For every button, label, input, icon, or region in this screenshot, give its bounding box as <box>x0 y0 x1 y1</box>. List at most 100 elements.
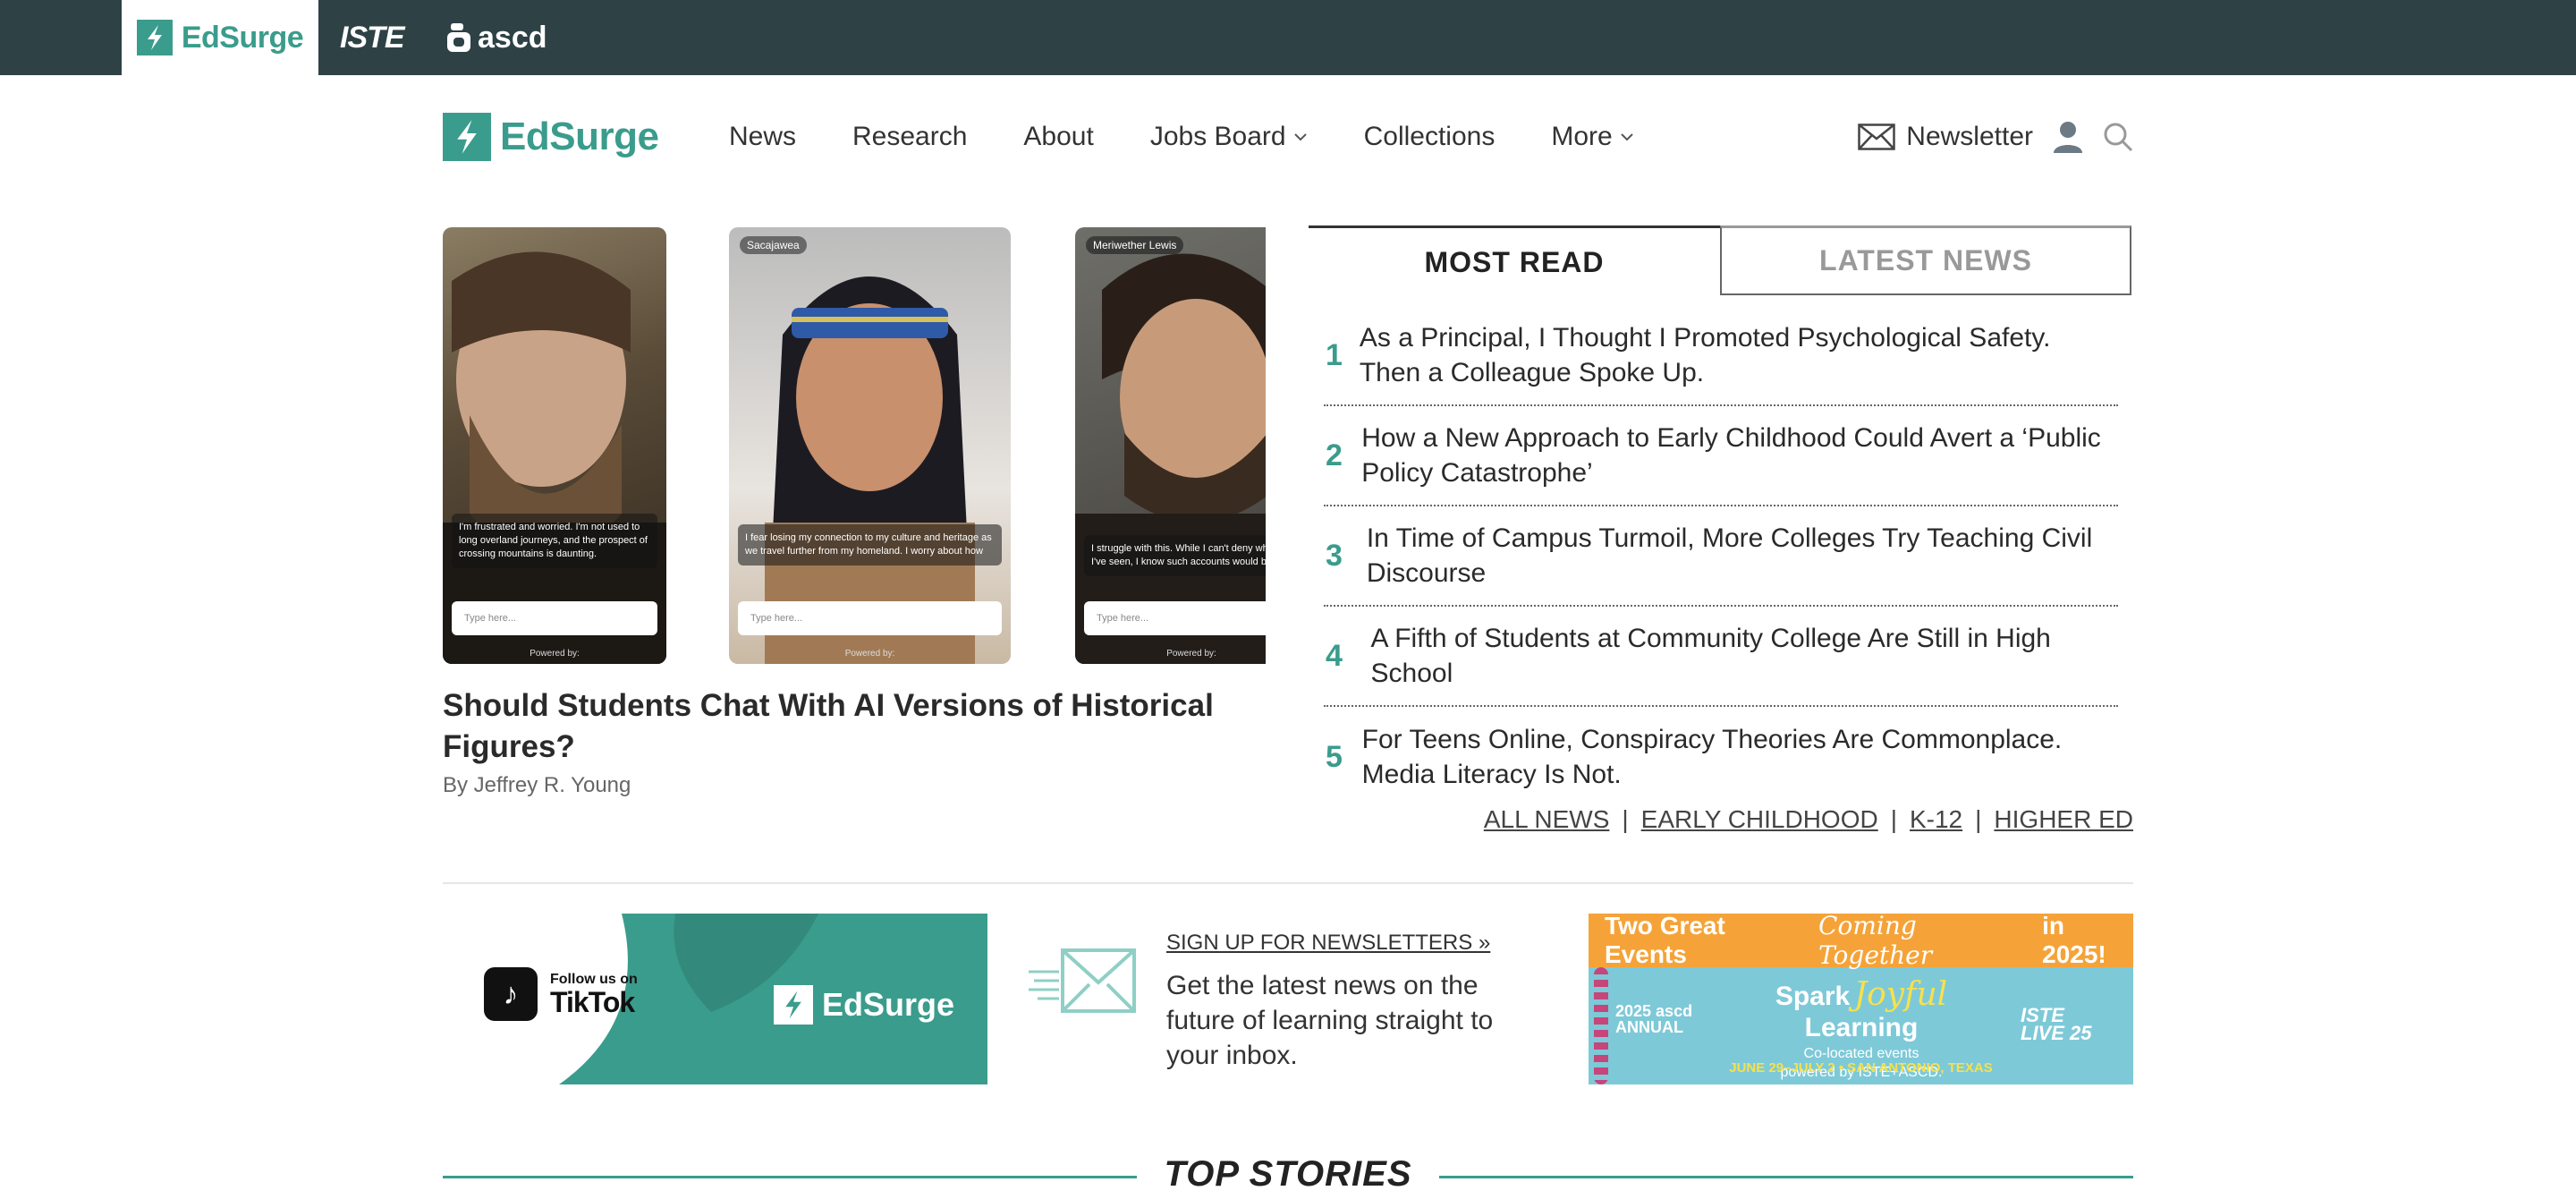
portrait-image <box>765 276 975 664</box>
article-title[interactable]: For Teens Online, Conspiracy Theories Ar… <box>1362 722 2118 792</box>
nav-item-label: About <box>1023 122 1094 151</box>
ad-top-text-a: Two Great Events <box>1605 914 1725 968</box>
chat-message: I fear losing my connection to my cultur… <box>738 524 1002 565</box>
tiktok-icon: ♪ <box>484 967 538 1021</box>
feature-byline: By Jeffrey R. Young <box>443 773 631 797</box>
brand-tab-ascd[interactable]: ascd <box>447 0 547 75</box>
list-item[interactable]: 1 As a Principal, I Thought I Promoted P… <box>1324 306 2118 406</box>
search-icon[interactable] <box>2103 122 2133 152</box>
chat-message: I struggle with this. While I can't deny… <box>1084 535 1266 576</box>
nav-item-label: Collections <box>1363 122 1496 151</box>
ad-top-text-b: Coming Together <box>1818 914 1933 970</box>
promo-edsurge-logo: EdSurge <box>774 985 954 1025</box>
nav-item-jobs-board[interactable]: Jobs Board <box>1150 122 1308 152</box>
powered-by: Powered by: <box>1166 649 1216 659</box>
chevron-down-icon <box>1293 133 1307 141</box>
envelope-icon <box>1858 123 1896 150</box>
tiktok-name: TikTok <box>550 986 635 1018</box>
carousel-card[interactable]: Meriwether Lewis I struggle with this. W… <box>1075 227 1266 664</box>
edsurge-logo-icon <box>136 20 173 55</box>
event-ad-banner[interactable]: Two Great Events Coming Together in 2025… <box>1589 914 2133 1084</box>
newsletter-label: Newsletter <box>1906 122 2033 151</box>
feature-headline[interactable]: Should Students Chat With AI Versions of… <box>443 685 1248 768</box>
powered-by: Powered by: <box>844 649 895 659</box>
ad-top-text-c: in 2025! <box>2042 914 2106 968</box>
character-label: Sacajawea <box>740 236 807 254</box>
category-k12[interactable]: K-12 <box>1910 805 1962 833</box>
carousel-card[interactable]: I'm frustrated and worried. I'm not used… <box>443 227 666 664</box>
category-early-childhood[interactable]: EARLY CHILDHOOD <box>1641 805 1878 833</box>
edsurge-logo-icon <box>443 113 491 161</box>
nav-item-label: Research <box>852 122 968 151</box>
promo-edsurge-text: EdSurge <box>822 986 955 1023</box>
chat-input[interactable]: Type here... <box>738 601 1002 635</box>
tab-most-read[interactable]: MOST READ <box>1309 225 1720 296</box>
newsletter-signup-link[interactable]: SIGN UP FOR NEWSLETTERS » <box>1166 931 1490 956</box>
rank-number: 1 <box>1326 337 1343 372</box>
list-item[interactable]: 5 For Teens Online, Conspiracy Theories … <box>1324 707 2118 807</box>
most-read-list: 1 As a Principal, I Thought I Promoted P… <box>1324 306 2118 807</box>
carousel-card[interactable]: Sacajawea I fear losing my connection to… <box>729 227 1011 664</box>
list-item[interactable]: 4 A Fifth of Students at Community Colle… <box>1324 607 2118 707</box>
nav-item-research[interactable]: Research <box>852 122 967 152</box>
site-logo-text: EdSurge <box>500 115 659 158</box>
nav-menu: News Research About Jobs Board Collectio… <box>729 106 1690 168</box>
divider <box>443 882 2133 884</box>
powered-by: Powered by: <box>530 649 580 659</box>
ascd-logo-icon <box>447 23 470 52</box>
nav-item-more[interactable]: More <box>1551 122 1633 152</box>
rank-number: 3 <box>1326 538 1343 573</box>
chat-input[interactable]: Type here... <box>1084 601 1266 635</box>
category-all-news[interactable]: ALL NEWS <box>1484 805 1610 833</box>
ascd-annual-logo: 2025 ascd ANNUAL <box>1615 1002 1693 1036</box>
envelope-icon <box>1029 948 1136 1013</box>
user-icon[interactable] <box>2053 121 2083 153</box>
brand-label-ascd: ascd <box>478 20 547 55</box>
article-title[interactable]: In Time of Campus Turmoil, More Colleges… <box>1367 521 2118 591</box>
rank-number: 2 <box>1326 438 1343 472</box>
portrait-image <box>443 251 666 664</box>
brand-tab-iste[interactable]: ISTE <box>340 0 405 75</box>
most-read-panel: MOST READ LATEST NEWS 1 As a Principal, … <box>1309 225 2133 789</box>
rank-number: 5 <box>1326 739 1343 774</box>
rank-number: 4 <box>1326 638 1343 673</box>
list-item[interactable]: 2 How a New Approach to Early Childhood … <box>1324 406 2118 506</box>
section-title: TOP STORIES <box>1164 1154 1412 1194</box>
article-title[interactable]: How a New Approach to Early Childhood Co… <box>1361 421 2118 490</box>
article-title[interactable]: As a Principal, I Thought I Promoted Psy… <box>1360 320 2118 390</box>
nav-item-about[interactable]: About <box>1023 122 1093 152</box>
site-logo[interactable]: EdSurge <box>443 113 659 161</box>
newsletter-link[interactable]: Newsletter <box>1858 122 2033 152</box>
feature-carousel[interactable]: I'm frustrated and worried. I'm not used… <box>443 225 1266 666</box>
nav-item-label: Jobs Board <box>1149 122 1286 151</box>
ad-joyful-word: Joyful <box>1853 976 1948 1013</box>
portrait-image <box>1075 253 1266 664</box>
nav-item-news[interactable]: News <box>729 122 796 152</box>
ad-date: JUNE 29–JULY 2 • SAN ANTONIO, TEXAS <box>1729 1060 1993 1076</box>
nav-item-label: News <box>729 122 797 151</box>
chevron-down-icon <box>1620 133 1633 141</box>
tab-latest-news[interactable]: LATEST NEWS <box>1720 225 2131 295</box>
edsurge-logo-icon <box>774 985 813 1025</box>
brand-bar: EdSurge ISTE ascd <box>0 0 2576 75</box>
nav-item-collections[interactable]: Collections <box>1364 122 1496 152</box>
nav-item-label: More <box>1551 122 1613 151</box>
category-links: ALL NEWS | EARLY CHILDHOOD | K-12 | HIGHER ED <box>1309 805 2133 834</box>
ad-spark-word: Spark <box>1775 982 1851 1011</box>
chat-input[interactable]: Type here... <box>452 601 657 635</box>
article-title[interactable]: A Fifth of Students at Community College… <box>1371 621 2119 691</box>
tiktok-promo-banner[interactable]: ♪ Follow us on TikTok EdSurge <box>443 914 987 1084</box>
separator: | <box>1975 805 1982 833</box>
tiktok-logo: ♪ Follow us on TikTok <box>484 967 638 1021</box>
brand-tab-edsurge[interactable]: EdSurge <box>122 0 318 75</box>
separator: | <box>1890 805 1897 833</box>
ad-top-strip: Two Great Events Coming Together in 2025… <box>1589 914 2133 970</box>
ad-learning-word: Learning <box>1804 1013 1919 1042</box>
category-higher-ed[interactable]: HIGHER ED <box>1994 805 2133 833</box>
main-nav: EdSurge News Research About Jobs Board C… <box>443 106 2133 168</box>
most-read-tabs: MOST READ LATEST NEWS <box>1309 225 2133 295</box>
character-label: Meriwether Lewis <box>1086 236 1184 254</box>
nav-actions: Newsletter <box>1858 106 2133 168</box>
list-item[interactable]: 3 In Time of Campus Turmoil, More Colleg… <box>1324 506 2118 607</box>
top-stories-header: TOP STORIES <box>443 1154 2133 1199</box>
